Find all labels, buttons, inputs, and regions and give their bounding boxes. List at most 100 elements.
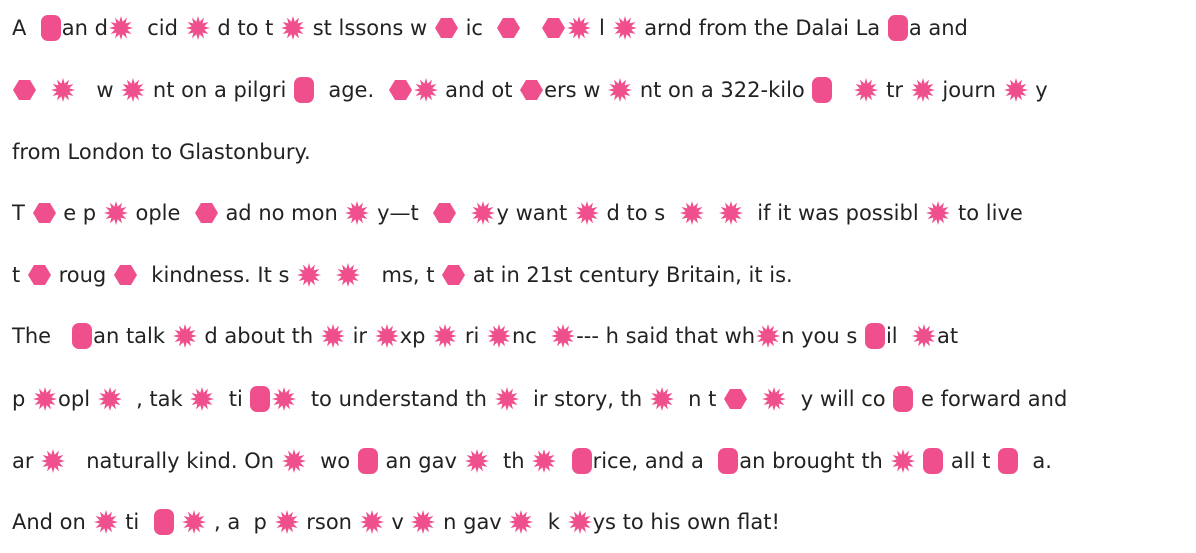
starburst-blot-icon xyxy=(471,201,496,225)
starburst-blot-icon xyxy=(679,201,704,225)
hexagon-blot-icon xyxy=(434,18,458,38)
starburst-blot-icon xyxy=(567,510,592,534)
starburst-blot-icon xyxy=(608,78,633,102)
starburst-blot-icon xyxy=(320,324,345,348)
hexagon-blot-icon xyxy=(32,203,56,223)
text-fragment: ti xyxy=(215,387,250,411)
text-fragment: if it was possibl xyxy=(743,201,926,225)
text-fragment: v xyxy=(384,510,411,534)
starburst-blot-icon xyxy=(567,16,592,40)
text-line-4: T e p ople ad no mon y—t y want d to s i… xyxy=(12,193,1023,233)
text-fragment: an gav xyxy=(378,449,464,473)
text-fragment: roug xyxy=(51,263,113,287)
text-line-6: The an talk d about th ir xp ri nc --- h… xyxy=(12,316,958,356)
text-fragment: an d xyxy=(61,16,108,40)
hexagon-blot-icon xyxy=(113,265,137,285)
text-fragment: th xyxy=(489,449,532,473)
text-fragment: opl xyxy=(58,387,97,411)
text-fragment: k xyxy=(534,510,567,534)
text-fragment: an brought th xyxy=(739,449,890,473)
text-fragment: t xyxy=(12,263,27,287)
text-fragment: ms, t xyxy=(361,263,442,287)
text-fragment: And on xyxy=(12,510,93,534)
text-fragment xyxy=(557,441,570,481)
starburst-blot-icon xyxy=(612,16,637,40)
starburst-blot-icon xyxy=(551,324,576,348)
text-line-2: w nt on a pilgri age. and ot ers w nt on… xyxy=(12,70,1048,110)
text-fragment: T xyxy=(12,201,32,225)
rounded-rect-blot-icon xyxy=(40,15,61,41)
text-fragment: y xyxy=(1028,78,1048,102)
starburst-blot-icon xyxy=(1003,78,1028,102)
rounded-rect-blot-icon xyxy=(72,323,93,349)
hexagon-blot-icon xyxy=(724,389,748,409)
text-fragment: cid xyxy=(133,16,185,40)
starburst-blot-icon xyxy=(574,201,599,225)
text-fragment: y will co xyxy=(787,387,893,411)
text-line-8: ar naturally kind. On wo an gav th rice,… xyxy=(12,441,1052,481)
starburst-blot-icon xyxy=(464,449,489,473)
starburst-blot-icon xyxy=(532,449,557,473)
text-fragment: A xyxy=(12,16,40,40)
hexagon-blot-icon xyxy=(497,18,521,38)
text-fragment: a and xyxy=(908,16,968,40)
text-fragment: xp xyxy=(399,324,433,348)
text-fragment: all t xyxy=(944,449,998,473)
starburst-blot-icon xyxy=(509,510,534,534)
text-fragment: and ot xyxy=(438,78,520,102)
starburst-blot-icon xyxy=(297,263,322,287)
text-line-9: And on ti , a p rson v n gav k ys to his… xyxy=(12,502,780,542)
text-fragment: kindness. It s xyxy=(137,263,297,287)
text-fragment: n you s xyxy=(781,324,864,348)
text-fragment: ople xyxy=(128,201,194,225)
text-fragment: age. xyxy=(315,78,388,102)
text-fragment: ys to his own flat! xyxy=(592,510,780,534)
text-fragment: il xyxy=(885,324,911,348)
text-fragment: ers w xyxy=(544,78,608,102)
text-fragment: naturally kind. On xyxy=(66,449,281,473)
starburst-blot-icon xyxy=(345,201,370,225)
rounded-rect-blot-icon xyxy=(887,15,908,41)
rounded-rect-blot-icon xyxy=(893,386,914,412)
starburst-blot-icon xyxy=(33,387,58,411)
text-fragment: at xyxy=(936,324,959,348)
text-fragment: to live xyxy=(951,201,1023,225)
text-fragment: nt on a 322-kilo xyxy=(633,78,812,102)
text-fragment: arnd from the Dalai La xyxy=(637,16,887,40)
text-fragment: rice, and a xyxy=(592,449,718,473)
text-fragment: from London to Glastonbury. xyxy=(12,140,311,164)
text-fragment: wo xyxy=(306,449,357,473)
rounded-rect-blot-icon xyxy=(864,323,885,349)
text-fragment: d about th xyxy=(197,324,320,348)
starburst-blot-icon xyxy=(487,324,511,348)
text-fragment: w xyxy=(76,78,121,102)
starburst-blot-icon xyxy=(411,510,436,534)
starburst-blot-icon xyxy=(51,78,76,102)
starburst-blot-icon xyxy=(374,324,399,348)
starburst-blot-icon xyxy=(272,387,297,411)
starburst-blot-icon xyxy=(890,449,915,473)
starburst-blot-icon xyxy=(649,387,674,411)
starburst-blot-icon xyxy=(93,510,118,534)
text-fragment: y—t xyxy=(370,201,433,225)
text-line-7: p opl , tak ti to understand th ir story… xyxy=(12,379,1067,419)
text-line-3: from London to Glastonbury. xyxy=(12,132,311,172)
starburst-blot-icon xyxy=(182,510,207,534)
text-fragment: ti xyxy=(118,510,153,534)
text-fragment: l xyxy=(592,16,612,40)
rounded-rect-blot-icon xyxy=(357,448,378,474)
hexagon-blot-icon xyxy=(194,203,218,223)
text-fragment: ic xyxy=(458,16,497,40)
text-fragment xyxy=(705,193,718,233)
starburst-blot-icon xyxy=(103,201,128,225)
hexagon-blot-icon xyxy=(520,80,544,100)
text-fragment: , a p xyxy=(207,510,274,534)
text-fragment: e p xyxy=(56,201,103,225)
starburst-blot-icon xyxy=(756,324,781,348)
starburst-blot-icon xyxy=(762,387,787,411)
text-fragment: e forward and xyxy=(914,387,1068,411)
text-fragment xyxy=(175,502,182,542)
hexagon-blot-icon xyxy=(388,80,412,100)
text-fragment: journ xyxy=(935,78,1003,102)
rounded-rect-blot-icon xyxy=(250,386,271,412)
